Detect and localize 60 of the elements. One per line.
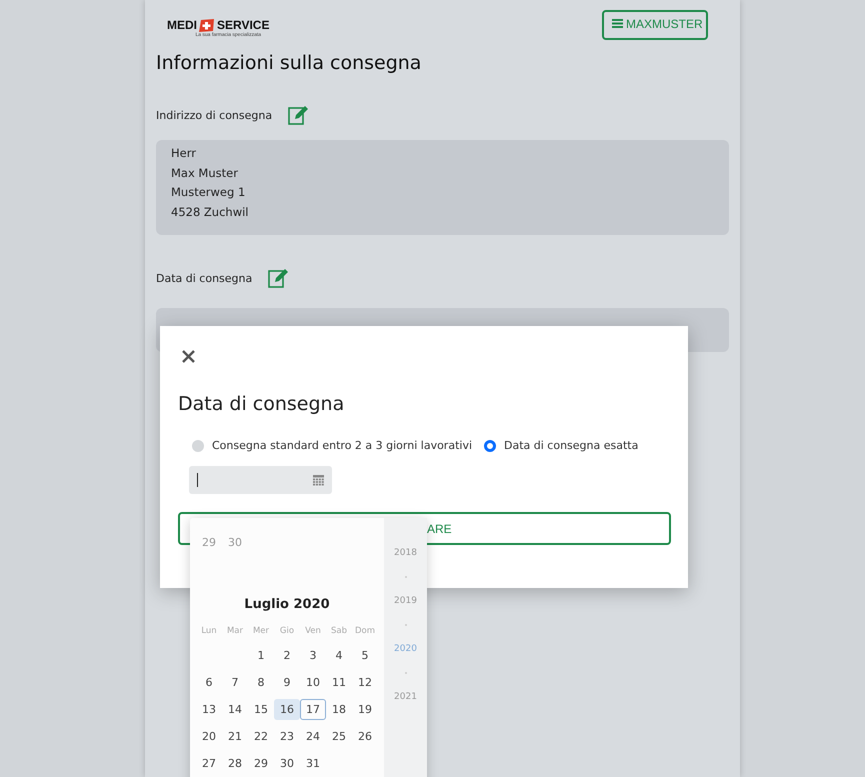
dialog-title: Data di consegna: [178, 393, 346, 415]
calendar-icon: [313, 474, 324, 486]
calendar-day[interactable]: 21: [222, 726, 248, 747]
cross-flag-icon: [199, 18, 215, 32]
address-line: Musterweg 1: [171, 184, 246, 201]
calendar-day[interactable]: 8: [248, 672, 274, 693]
calendar-day[interactable]: 18: [326, 699, 352, 720]
edit-icon[interactable]: [267, 267, 290, 289]
weekday-label: Sab: [330, 624, 348, 638]
calendar-day[interactable]: 28: [222, 753, 248, 774]
calendar-day[interactable]: 10: [300, 672, 326, 693]
calendar-day[interactable]: 15: [248, 699, 274, 720]
logo-text: SERVICE: [217, 18, 270, 32]
radio-button[interactable]: [192, 440, 204, 452]
weekday-label: Lun: [200, 624, 218, 638]
month-title: Luglio 2020: [243, 597, 331, 612]
calendar-day[interactable]: 19: [352, 699, 378, 720]
calendar-day[interactable]: 20: [196, 726, 222, 747]
calendar-day[interactable]: 12: [352, 672, 378, 693]
calendar-day[interactable]: 13: [196, 699, 222, 720]
address-line: 4528 Zuchwil: [171, 204, 250, 220]
calendar-day[interactable]: 2: [274, 645, 300, 666]
calendar-day[interactable]: 27: [196, 753, 222, 774]
calendar-day[interactable]: 24: [300, 726, 326, 747]
calendar-day[interactable]: 14: [222, 699, 248, 720]
menu-icon: [612, 19, 623, 28]
address-line: Max Muster: [171, 164, 239, 182]
date-input[interactable]: [189, 466, 332, 494]
calendar-day[interactable]: 5: [352, 645, 378, 666]
calendar-day[interactable]: 22: [248, 726, 274, 747]
weekday-label: Gio: [278, 624, 296, 638]
calendar-day[interactable]: 6: [196, 672, 222, 693]
calendar-day[interactable]: 25: [326, 726, 352, 747]
option-label[interactable]: Data di consegna esatta: [504, 439, 638, 452]
page-title: Informazioni sulla consegna: [156, 52, 422, 74]
calendar-day[interactable]: 3: [300, 645, 326, 666]
weekday-label: Mar: [226, 624, 244, 638]
calendar-day[interactable]: 17: [300, 699, 326, 720]
calendar-day[interactable]: 9: [274, 672, 300, 693]
address-line: Herr: [171, 145, 197, 162]
calendar-day[interactable]: 29: [248, 753, 274, 774]
calendar-day[interactable]: 4: [326, 645, 352, 666]
calendar-day[interactable]: 26: [352, 726, 378, 747]
edit-icon[interactable]: [287, 104, 310, 126]
calendar-day[interactable]: 30: [274, 753, 300, 774]
section-label: Indirizzo di consegna: [156, 108, 272, 122]
weekday-label: Dom: [354, 624, 376, 638]
weekday-label: Ven: [304, 624, 322, 638]
calendar-day[interactable]: 31: [300, 753, 326, 774]
calendar-day[interactable]: 1: [248, 645, 274, 666]
calendar-day[interactable]: 11: [326, 672, 352, 693]
logo-text: MEDI: [167, 18, 197, 32]
section-label: Data di consegna: [156, 272, 252, 284]
weekday-label: Mer: [252, 624, 270, 638]
option-label[interactable]: Consegna standard entro 2 a 3 giorni lavorativi: [212, 439, 472, 452]
calendar-day[interactable]: 7: [222, 672, 248, 693]
calendar-day[interactable]: 23: [274, 726, 300, 747]
close-icon[interactable]: [182, 350, 195, 363]
radio-button[interactable]: [484, 440, 496, 452]
calendar-day[interactable]: 16: [274, 699, 300, 720]
